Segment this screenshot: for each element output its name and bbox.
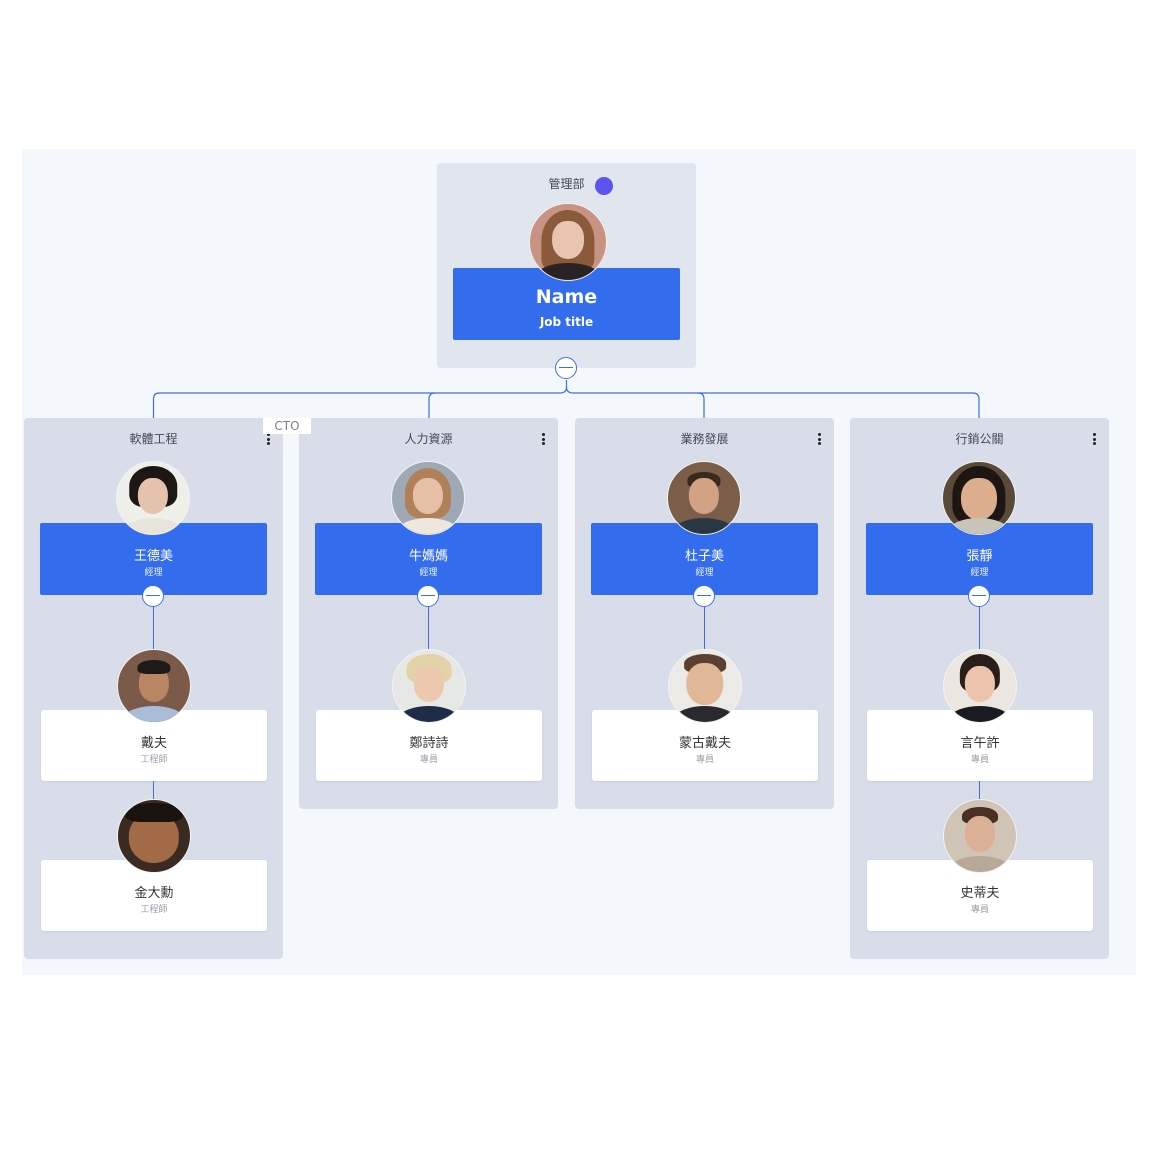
manager-avatar xyxy=(391,461,465,535)
employee-avatar xyxy=(117,799,191,873)
manager-avatar xyxy=(942,461,1016,535)
connector-line xyxy=(704,607,706,649)
department-panel-hr[interactable]: 人力資源 牛媽媽 經理 鄭詩詩 專員 xyxy=(299,418,558,809)
connector-line xyxy=(153,607,155,649)
more-options-icon[interactable] xyxy=(542,433,546,447)
employee-title: 工程師 xyxy=(140,755,168,765)
employee-name: 鄭詩詩 xyxy=(409,736,449,751)
collapse-icon[interactable] xyxy=(968,585,990,607)
department-label: 業務發展 xyxy=(680,432,729,446)
more-options-icon[interactable] xyxy=(818,433,822,447)
employee-name: 史蒂夫 xyxy=(960,886,1000,901)
more-options-icon[interactable] xyxy=(1093,433,1097,447)
employee-avatar xyxy=(943,799,1017,873)
department-label: 行銷公關 xyxy=(955,432,1004,446)
department-panel-marketing[interactable]: 行銷公關 張靜 經理 言午許 專員 史蒂夫 專員 xyxy=(850,418,1109,959)
employee-name: 言午許 xyxy=(960,736,1000,751)
manager-title: 經理 xyxy=(695,568,714,578)
root-job-title: Job title xyxy=(539,315,594,329)
department-panel-business[interactable]: 業務發展 杜子美 經理 蒙古戴夫 專員 xyxy=(575,418,834,809)
connector-line xyxy=(979,607,981,649)
department-label: 人力資源 xyxy=(404,432,453,446)
collapse-icon[interactable] xyxy=(417,585,439,607)
manager-name: 張靜 xyxy=(966,549,993,564)
root-collapse-icon[interactable] xyxy=(555,357,577,379)
collapse-icon[interactable] xyxy=(142,585,164,607)
employee-name: 金大勳 xyxy=(134,886,174,901)
collapse-icon[interactable] xyxy=(693,585,715,607)
connector-line xyxy=(153,781,155,799)
employee-avatar xyxy=(668,649,742,723)
manager-name: 牛媽媽 xyxy=(408,549,448,564)
employee-title: 專員 xyxy=(419,755,438,765)
more-options-icon[interactable] xyxy=(267,433,271,447)
cto-label: CTO xyxy=(263,418,311,434)
manager-name: 杜子美 xyxy=(684,549,724,564)
connector-line xyxy=(428,607,430,649)
root-name: Name xyxy=(535,286,598,308)
manager-name: 王德美 xyxy=(133,549,173,564)
manager-title: 經理 xyxy=(419,568,438,578)
employee-title: 工程師 xyxy=(140,905,168,915)
employee-name: 蒙古戴夫 xyxy=(678,736,731,751)
root-department-label: 管理部 xyxy=(548,177,585,191)
connector-line xyxy=(979,781,981,799)
root-avatar xyxy=(529,203,607,281)
employee-name: 戴夫 xyxy=(140,736,167,751)
manager-title: 經理 xyxy=(970,568,989,578)
employee-title: 專員 xyxy=(695,755,714,765)
employee-avatar xyxy=(117,649,191,723)
employee-title: 專員 xyxy=(970,905,989,915)
employee-title: 專員 xyxy=(970,755,989,765)
department-panel-software[interactable]: 軟體工程 王德美 經理 戴夫 工程師 金大勳 工程師 xyxy=(24,418,283,959)
status-dot[interactable] xyxy=(595,177,613,195)
manager-avatar xyxy=(116,461,190,535)
employee-avatar xyxy=(943,649,1017,723)
department-label: 軟體工程 xyxy=(129,432,178,446)
manager-avatar xyxy=(667,461,741,535)
employee-avatar xyxy=(392,649,466,723)
root-node-panel[interactable]: 管理部 Name Job title xyxy=(437,163,696,368)
manager-title: 經理 xyxy=(144,568,163,578)
